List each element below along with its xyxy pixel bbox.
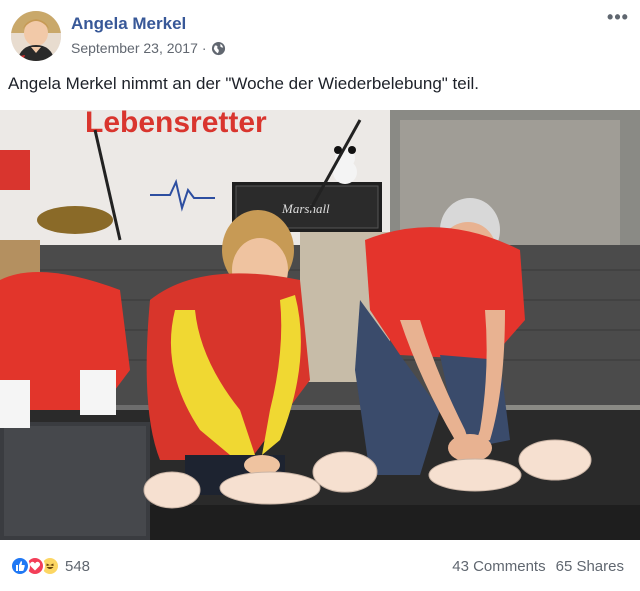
author-name[interactable]: Angela Merkel [71, 14, 186, 34]
avatar-image [11, 11, 61, 61]
facebook-post: Angela Merkel September 23, 2017 · ••• A… [0, 0, 640, 591]
comments-link[interactable]: 43 Comments [452, 558, 545, 575]
globe-icon[interactable] [211, 41, 226, 56]
banner-text: Lebensretter [85, 110, 267, 139]
more-options-icon[interactable]: ••• [606, 8, 630, 30]
post-stats: 43 Comments 65 Shares [452, 558, 624, 575]
post-photo[interactable]: Lebensretter Marshall [0, 110, 640, 540]
post-text: Angela Merkel nimmt an der "Woche der Wi… [8, 74, 479, 93]
like-icon [10, 556, 30, 576]
post-meta: September 23, 2017 · [71, 40, 226, 56]
shares-link[interactable]: 65 Shares [556, 558, 624, 575]
meta-separator: · [201, 40, 207, 56]
post-footer: 548 43 Comments 65 Shares [0, 540, 640, 591]
post-date[interactable]: September 23, 2017 [71, 40, 198, 56]
author-avatar[interactable] [11, 11, 61, 61]
reactions-summary[interactable]: 548 [10, 556, 90, 576]
cpr-training-photo: Lebensretter Marshall [0, 110, 640, 540]
reaction-count: 548 [65, 557, 91, 575]
amp-brand: Marshall [281, 201, 330, 216]
